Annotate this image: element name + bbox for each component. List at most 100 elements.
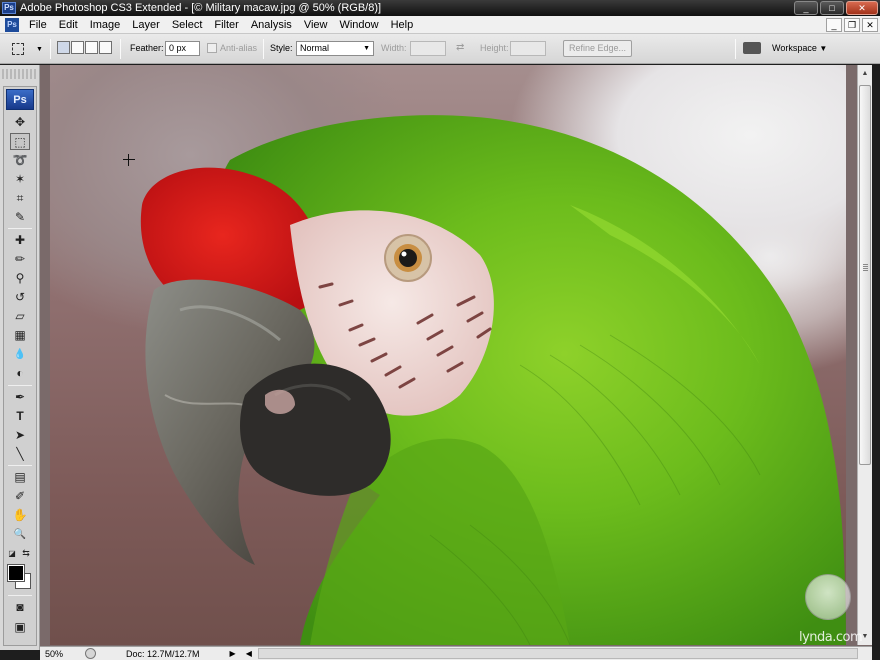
menu-file[interactable]: File (23, 16, 53, 34)
hand-tool-icon[interactable]: ✋ (10, 507, 30, 524)
antialias-label: Anti-alias (220, 43, 258, 53)
horizontal-scrollbar[interactable] (257, 648, 858, 659)
screen-mode-icon[interactable]: ▣ (10, 619, 30, 636)
swap-dimensions-icon[interactable]: ⇄ (456, 41, 464, 55)
status-bar: 50% Doc: 12.7M/12.7M ▶ ◀ (40, 646, 872, 660)
menu-view[interactable]: View (298, 16, 334, 34)
intersect-selection-icon[interactable] (99, 41, 112, 54)
move-tool-icon[interactable]: ✥ (10, 114, 30, 131)
blur-tool-icon[interactable]: 💧 (10, 346, 30, 363)
feather-label: Feather: (130, 43, 164, 53)
doc-minimize-button[interactable]: _ (826, 18, 842, 32)
height-input[interactable] (510, 41, 546, 56)
watermark-text: lynda.com (799, 630, 863, 645)
tools-column: Ps ✥ ⬚ ➰ ✶ ⌗ ✎ ✚ ✏ ⚲ ↺ ▱ ▦ 💧 ◐ ✒ T ➤ ╲ ▤… (3, 86, 37, 646)
feather-input[interactable]: 0 px (165, 41, 200, 56)
chevron-down-icon: ▼ (363, 45, 370, 52)
width-input[interactable] (410, 41, 446, 56)
swap-colors-icon[interactable]: ⇆ (20, 545, 32, 562)
scroll-grip-icon (863, 264, 868, 271)
scroll-up-arrow-icon[interactable]: ▲ (859, 67, 871, 80)
style-select-value: Normal (300, 43, 330, 53)
maximize-button[interactable]: □ (820, 1, 844, 15)
line-tool-icon[interactable]: ╲ (10, 446, 30, 463)
path-selection-tool-icon[interactable]: ➤ (10, 427, 30, 444)
divider (735, 39, 736, 59)
status-menu-arrow-icon[interactable]: ▶ (230, 649, 236, 658)
bridge-icon[interactable] (743, 42, 761, 54)
zoom-level-field[interactable]: 50% (42, 648, 80, 660)
scroll-thumb[interactable] (859, 85, 871, 465)
gradient-tool-icon[interactable]: ▦ (10, 327, 30, 344)
pen-tool-icon[interactable]: ✒ (10, 389, 30, 406)
preset-dropdown-arrow-icon[interactable]: ▼ (36, 43, 43, 57)
chevron-down-icon: ▼ (819, 44, 828, 53)
eraser-tool-icon[interactable]: ▱ (10, 308, 30, 325)
magic-wand-tool-icon[interactable]: ✶ (10, 171, 30, 188)
lynda-watermark: lynda.com (796, 574, 863, 650)
antialias-checkbox[interactable] (207, 43, 217, 53)
menu-select[interactable]: Select (166, 16, 209, 34)
style-label: Style: (270, 43, 293, 53)
vertical-scrollbar[interactable]: ▲ ▼ (857, 65, 872, 645)
tool-divider (8, 595, 32, 596)
menu-layer[interactable]: Layer (126, 16, 166, 34)
ps-logo-icon[interactable]: Ps (5, 17, 19, 32)
menu-edit[interactable]: Edit (53, 16, 84, 34)
app-icon: Ps (2, 2, 16, 14)
menu-filter[interactable]: Filter (208, 16, 244, 34)
photoshop-app: Ps Adobe Photoshop CS3 Extended - [© Mil… (0, 0, 880, 660)
color-sampler-tool-icon[interactable]: ✐ (10, 488, 30, 505)
window-title: Adobe Photoshop CS3 Extended - [© Milita… (20, 2, 382, 14)
crosshair-cursor-icon (123, 154, 135, 166)
document-controls: _ ❐ ✕ (826, 18, 878, 32)
dodge-tool-icon[interactable]: ◐ (10, 365, 30, 382)
close-button[interactable]: ✕ (846, 1, 878, 15)
rectangular-marquee-tool-icon[interactable]: ⬚ (10, 133, 30, 150)
menu-image[interactable]: Image (84, 16, 127, 34)
workspace-button[interactable]: Workspace ▼ (772, 41, 827, 56)
ps-badge-icon[interactable]: Ps (6, 89, 34, 110)
divider (50, 39, 51, 59)
add-to-selection-icon[interactable] (71, 41, 84, 54)
divider (120, 39, 121, 59)
scroll-left-arrow-icon[interactable]: ◀ (246, 649, 252, 658)
menu-help[interactable]: Help (385, 16, 420, 34)
panel-grip[interactable] (2, 69, 36, 79)
doc-close-button[interactable]: ✕ (862, 18, 878, 32)
menu-window[interactable]: Window (333, 16, 384, 34)
lasso-tool-icon[interactable]: ➰ (10, 152, 30, 169)
refine-edge-button[interactable]: Refine Edge... (563, 40, 632, 57)
zoom-tool-icon[interactable]: 🔍 (10, 526, 30, 543)
doc-restore-button[interactable]: ❐ (844, 18, 860, 32)
brush-tool-icon[interactable]: ✏ (10, 251, 30, 268)
menu-analysis[interactable]: Analysis (245, 16, 298, 34)
crop-tool-icon[interactable]: ⌗ (10, 190, 30, 207)
history-brush-tool-icon[interactable]: ↺ (10, 289, 30, 306)
height-label: Height: (480, 43, 509, 53)
default-colors-icon[interactable]: ◪ (6, 545, 18, 562)
type-tool-icon[interactable]: T (10, 408, 30, 425)
title-bar: Ps Adobe Photoshop CS3 Extended - [© Mil… (0, 0, 880, 16)
new-selection-icon[interactable] (57, 41, 70, 54)
tool-divider (8, 228, 32, 229)
image-canvas[interactable] (50, 65, 846, 645)
menu-bar: Ps File Edit Image Layer Select Filter A… (0, 16, 880, 34)
healing-brush-tool-icon[interactable]: ✚ (10, 232, 30, 249)
style-select[interactable]: Normal ▼ (296, 41, 374, 56)
quick-mask-icon[interactable]: ◙ (10, 599, 30, 616)
lynda-logo-icon (805, 574, 851, 620)
window-controls: _ □ ✕ (794, 1, 878, 15)
notes-tool-icon[interactable]: ▤ (10, 469, 30, 486)
clone-stamp-tool-icon[interactable]: ⚲ (10, 270, 30, 287)
status-info-icon[interactable] (85, 648, 96, 659)
tools-panel: Ps ✥ ⬚ ➰ ✶ ⌗ ✎ ✚ ✏ ⚲ ↺ ▱ ▦ 💧 ◐ ✒ T ➤ ╲ ▤… (0, 65, 40, 650)
marquee-preset-icon[interactable] (12, 43, 24, 55)
document-size[interactable]: Doc: 12.7M/12.7M (126, 648, 200, 660)
foreground-color-swatch[interactable] (7, 564, 25, 582)
eyedropper-tool-icon[interactable]: ✎ (10, 209, 30, 226)
width-label: Width: (381, 43, 407, 53)
minimize-button[interactable]: _ (794, 1, 818, 15)
divider (263, 39, 264, 59)
subtract-from-selection-icon[interactable] (85, 41, 98, 54)
